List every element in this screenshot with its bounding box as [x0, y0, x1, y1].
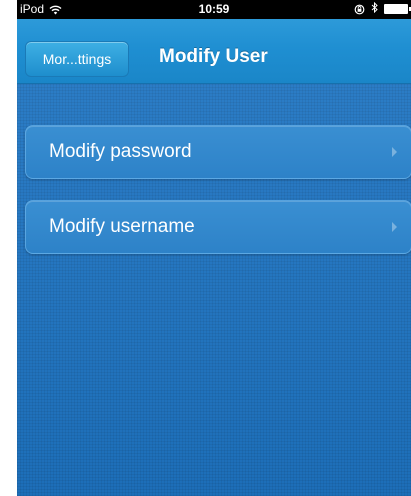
navigation-bar: Mor...ttings Modify User [17, 19, 411, 84]
bluetooth-icon [371, 1, 378, 16]
status-icons-group [354, 1, 411, 16]
modify-password-row[interactable]: Modify password [25, 125, 411, 179]
page-title: Modify User [159, 46, 268, 67]
chevron-right-icon [392, 147, 397, 157]
battery-icon [384, 4, 411, 14]
rotation-lock-icon [354, 4, 365, 15]
modify-username-row[interactable]: Modify username [25, 200, 411, 254]
device-screen: iPod 10:59 Mor...ttings Modify User Modi… [17, 0, 411, 496]
modify-password-label: Modify password [49, 141, 192, 162]
back-button[interactable]: Mor...ttings [25, 41, 129, 77]
chevron-right-icon [392, 222, 397, 232]
content-area: Modify password Modify username [17, 84, 411, 496]
status-bar: iPod 10:59 [17, 0, 411, 19]
modify-username-label: Modify username [49, 216, 195, 237]
status-time: 10:59 [198, 2, 230, 16]
